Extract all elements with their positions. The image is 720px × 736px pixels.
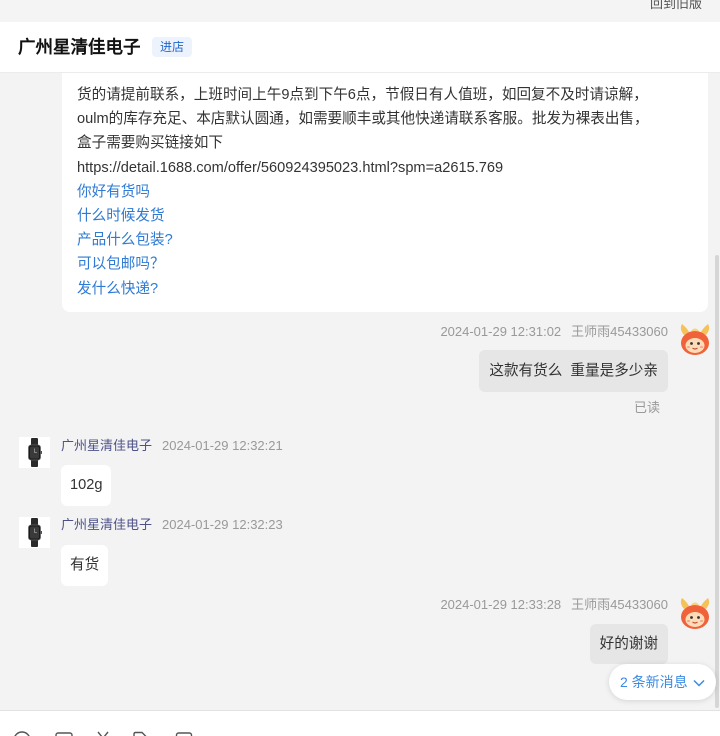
quick-question-link[interactable]: 发什么快递? <box>77 277 158 301</box>
message-bubble-sent: 好的谢谢 <box>589 624 668 664</box>
message-time: 2024-01-29 12:32:23 <box>162 517 283 532</box>
scissors-icon[interactable] <box>94 731 112 736</box>
message-line: oulm的库存充足、本店默认圆通，如需要顺丰或其他快递请联系客服。批发为裸表出售… <box>77 111 649 128</box>
new-messages-button[interactable]: 2 条新消息 <box>609 664 716 700</box>
message-time: 2024-01-29 12:32:21 <box>162 438 283 453</box>
chat-header: 广州星清佳电子 进店 <box>0 22 720 73</box>
quick-question-link[interactable]: 产品什么包装? <box>77 228 173 252</box>
message-time: 2024-01-29 12:33:28 <box>440 597 562 612</box>
chevron-down-icon <box>693 664 705 700</box>
quick-question-link[interactable]: 你好有货吗 <box>77 180 150 204</box>
sender-name: 广州星清佳电子 <box>61 517 153 532</box>
auto-reply-message: 货的请提前联系，上班时间上午9点到下午6点，节假日有人值班，如回复不及时请谅解，… <box>62 73 708 312</box>
message-line: 盒子需要购买链接如下 <box>77 135 223 152</box>
enter-shop-button[interactable]: 进店 <box>152 37 192 57</box>
back-to-old-version-link[interactable]: 回到旧版 <box>650 0 702 11</box>
cartoon-avatar-icon[interactable] <box>678 323 712 357</box>
top-bar: 回到旧版 <box>0 0 720 22</box>
message-meta: 广州星清佳电子 2024-01-29 12:32:23 <box>61 516 283 534</box>
image-icon[interactable] <box>55 731 73 736</box>
window-icon[interactable] <box>175 731 193 736</box>
message-list-scrollbar[interactable] <box>715 255 719 708</box>
message-time: 2024-01-29 12:31:02 <box>440 324 562 339</box>
new-messages-label: 2 条新消息 <box>620 674 688 690</box>
message-bubble-sent: 这款有货么 重量是多少亲 <box>479 350 668 392</box>
message-meta: 广州星清佳电子 2024-01-29 12:32:21 <box>61 437 283 455</box>
quick-question-link[interactable]: 可以包邮吗？ <box>77 252 165 276</box>
watch-avatar-icon[interactable] <box>19 517 50 548</box>
message-bubble-received: 102g <box>61 465 112 506</box>
message-url-line: https://detail.1688.com/offer/5609243950… <box>77 159 504 176</box>
message-meta: 2024-01-29 12:33:28 王师雨45433060 <box>440 596 668 614</box>
message-meta: 2024-01-29 12:31:02 王师雨45433060 <box>440 323 668 341</box>
watch-avatar-icon[interactable] <box>19 437 50 468</box>
message-line: 货的请提前联系，上班时间上午9点到下午6点，节假日有人值班，如回复不及时请谅解， <box>77 87 648 103</box>
quick-question-link[interactable]: 什么时候发货 <box>77 204 165 228</box>
input-toolbar <box>0 710 720 736</box>
sender-name: 王师雨45433060 <box>571 597 668 612</box>
read-status: 已读 <box>633 400 660 415</box>
chat-window: 回到旧版 广州星清佳电子 进店 货的请提前联系，上班时间上午9点到下午6点，节假… <box>0 0 720 736</box>
message-list[interactable]: 货的请提前联系，上班时间上午9点到下午6点，节假日有人值班，如回复不及时请谅解，… <box>0 73 720 710</box>
emoji-icon[interactable] <box>13 731 31 736</box>
message-bubble-received: 有货 <box>61 545 109 586</box>
file-icon[interactable] <box>131 731 149 736</box>
shop-name-title: 广州星清佳电子 <box>18 37 141 57</box>
cartoon-avatar-icon[interactable] <box>678 597 712 631</box>
sender-name: 广州星清佳电子 <box>61 438 153 453</box>
sender-name: 王师雨45433060 <box>571 324 668 339</box>
